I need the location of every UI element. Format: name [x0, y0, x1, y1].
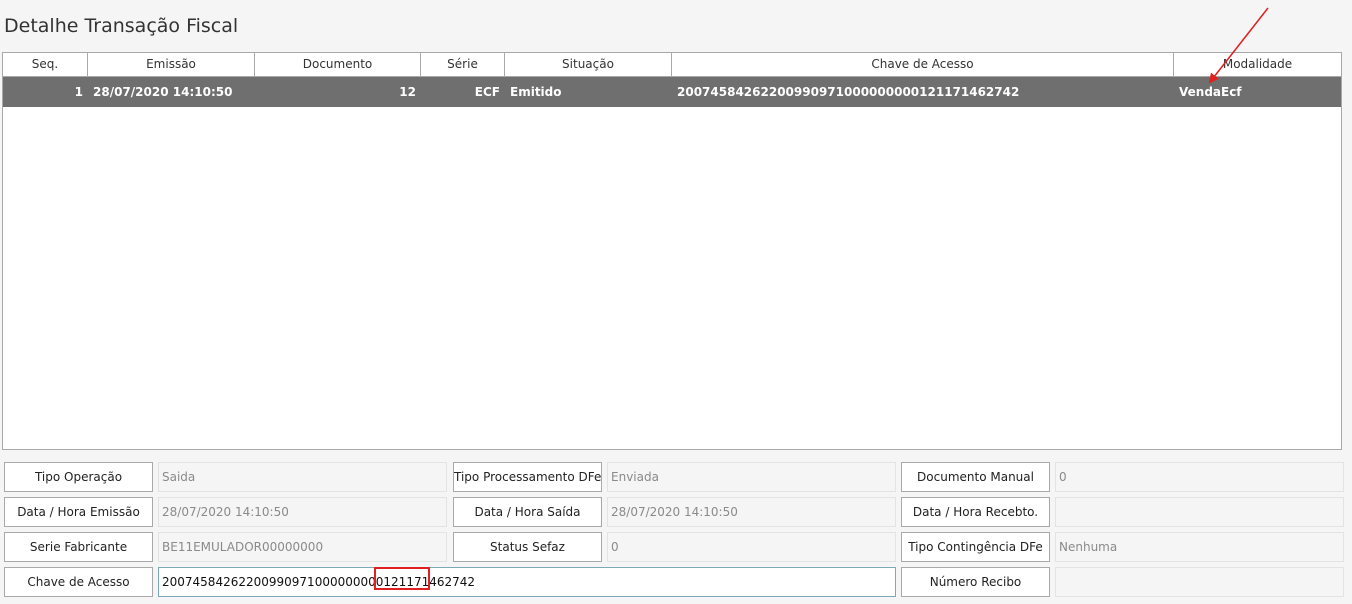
tipo-operacao-label: Tipo Operação [4, 462, 153, 492]
column-header-seq[interactable]: Seq. [3, 53, 88, 76]
page-title: Detalhe Transação Fiscal [4, 15, 239, 37]
chave-acesso-label: Chave de Acesso [4, 567, 153, 597]
cell-serie: ECF [474, 85, 500, 99]
data-emissao-field[interactable]: 28/07/2020 14:10:50 [158, 497, 447, 527]
table-row[interactable]: 1 28/07/2020 14:10:50 12 ECF Emitido 200… [3, 77, 1341, 107]
tipo-processamento-label: Tipo Processamento DFe [453, 462, 602, 492]
tipo-contingencia-label: Tipo Contingência DFe [901, 532, 1050, 562]
status-sefaz-label: Status Sefaz [453, 532, 602, 562]
cell-situacao: Emitido [510, 85, 562, 99]
column-header-emissao[interactable]: Emissão [88, 53, 255, 76]
numero-recibo-label: Número Recibo [901, 567, 1050, 597]
data-saida-field[interactable]: 28/07/2020 14:10:50 [607, 497, 896, 527]
column-header-chave[interactable]: Chave de Acesso [672, 53, 1174, 76]
column-header-serie[interactable]: Série [421, 53, 505, 76]
data-emissao-label: Data / Hora Emissão [4, 497, 153, 527]
data-recebto-label: Data / Hora Recebto. [901, 497, 1050, 527]
grid-header: Seq. Emissão Documento Série Situação Ch… [3, 53, 1341, 77]
serie-fabricante-field[interactable]: BE11EMULADOR00000000 [158, 532, 447, 562]
documento-manual-field[interactable]: 0 [1055, 462, 1344, 492]
serie-fabricante-label: Serie Fabricante [4, 532, 153, 562]
column-header-situacao[interactable]: Situação [505, 53, 672, 76]
cell-emissao: 28/07/2020 14:10:50 [93, 85, 233, 99]
chave-acesso-field[interactable]: 2007458426220099097100000000012117146274… [158, 567, 896, 597]
cell-documento: 12 [399, 85, 416, 99]
documento-manual-label: Documento Manual [901, 462, 1050, 492]
status-sefaz-field[interactable]: 0 [607, 532, 896, 562]
tipo-processamento-field[interactable]: Enviada [607, 462, 896, 492]
cell-chave: 2007458426220099097100000000012117146274… [677, 85, 1020, 99]
cell-seq: 1 [74, 85, 83, 99]
column-header-documento[interactable]: Documento [255, 53, 421, 76]
column-header-modalidade[interactable]: Modalidade [1174, 53, 1341, 76]
tipo-contingencia-field[interactable]: Nenhuma [1055, 532, 1344, 562]
tipo-operacao-field[interactable]: Saida [158, 462, 447, 492]
data-recebto-field[interactable] [1055, 497, 1344, 527]
cell-modalidade: VendaEcf [1179, 85, 1242, 99]
data-saida-label: Data / Hora Saída [453, 497, 602, 527]
numero-recibo-field[interactable] [1055, 567, 1344, 597]
transactions-grid: Seq. Emissão Documento Série Situação Ch… [2, 52, 1342, 450]
